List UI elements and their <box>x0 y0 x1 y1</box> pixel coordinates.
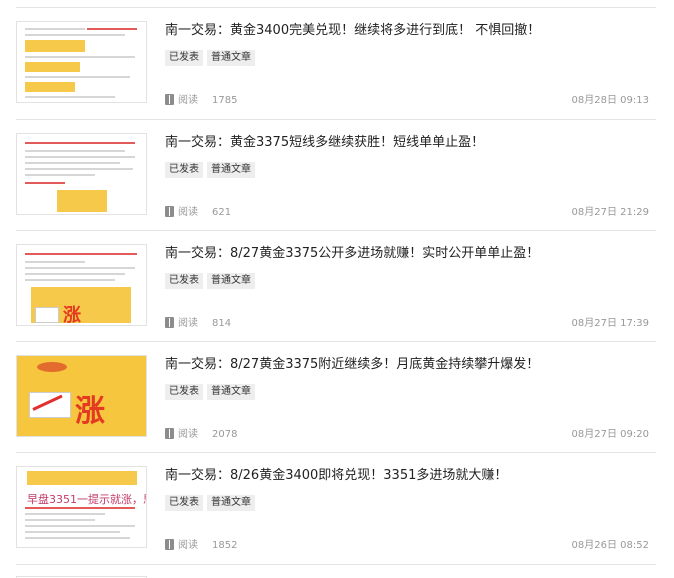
type-badge: 普通文章 <box>207 50 255 66</box>
read-book-icon <box>165 428 174 439</box>
read-count: 2078 <box>212 429 238 440</box>
article-item[interactable]: 南一交易：黄金3400完美兑现！继续将多进行到底！ 不惧回撤！ 已发表 普通文章 … <box>0 8 674 119</box>
article-title[interactable]: 南一交易：8/26黄金3400即将兑现！3351多进场就大赚！ <box>165 467 645 485</box>
read-label: 阅读 <box>178 318 198 329</box>
status-badge: 已发表 <box>165 50 203 66</box>
read-label: 阅读 <box>178 95 198 106</box>
publish-date: 08月26日 08:52 <box>571 540 649 551</box>
type-badge: 普通文章 <box>207 273 255 289</box>
status-badge: 已发表 <box>165 162 203 178</box>
read-book-icon <box>165 94 174 105</box>
thumb-rise-glyph: 涨 <box>63 305 81 326</box>
publish-date: 08月27日 09:20 <box>571 429 649 440</box>
status-badge: 已发表 <box>165 384 203 400</box>
article-item[interactable]: 南一交易：黄金3375短线多继续获胜！短线单单止盈！ 已发表 普通文章 阅读 621… <box>0 120 674 231</box>
article-thumbnail[interactable]: 涨 <box>16 244 147 326</box>
type-badge: 普通文章 <box>207 162 255 178</box>
status-badge: 已发表 <box>165 273 203 289</box>
article-thumbnail[interactable]: 早盘3351一提示就涨，思路顺势 <box>16 466 147 548</box>
publish-date: 08月27日 17:39 <box>571 318 649 329</box>
thumb-handwrite-text: 早盘3351一提示就涨，思路顺势 <box>27 493 146 506</box>
article-list: 南一交易：黄金3400完美兑现！继续将多进行到底！ 不惧回撤！ 已发表 普通文章 … <box>0 0 674 578</box>
read-book-icon <box>165 206 174 217</box>
article-title[interactable]: 南一交易：黄金3375短线多继续获胜！短线单单止盈！ <box>165 134 645 152</box>
publish-date: 08月27日 21:29 <box>571 207 649 218</box>
article-title[interactable]: 南一交易：8/27黄金3375附近继续多！月底黄金持续攀升爆发！ <box>165 356 645 374</box>
status-badge: 已发表 <box>165 495 203 511</box>
divider <box>16 564 656 565</box>
read-book-icon <box>165 317 174 328</box>
type-badge: 普通文章 <box>207 384 255 400</box>
read-label: 阅读 <box>178 207 198 218</box>
article-thumbnail[interactable] <box>16 21 147 103</box>
article-title[interactable]: 南一交易：8/27黄金3375公开多进场就赚！实时公开单单止盈！ <box>165 245 645 263</box>
article-title[interactable]: 南一交易：黄金3400完美兑现！继续将多进行到底！ 不惧回撤！ <box>165 22 645 40</box>
thumb-rise-glyph: 涨 <box>75 394 105 429</box>
read-count: 1785 <box>212 95 238 106</box>
read-count: 621 <box>212 207 232 218</box>
article-thumbnail[interactable] <box>16 133 147 215</box>
publish-date: 08月28日 09:13 <box>571 95 649 106</box>
article-item[interactable]: 早盘3351一提示就涨，思路顺势 南一交易：8/26黄金3400即将兑现！335… <box>0 453 674 564</box>
article-item[interactable]: 涨 南一交易：8/27黄金3375公开多进场就赚！实时公开单单止盈！ 已发表 普通… <box>0 231 674 342</box>
read-label: 阅读 <box>178 429 198 440</box>
read-label: 阅读 <box>178 540 198 551</box>
read-count: 814 <box>212 318 232 329</box>
article-thumbnail[interactable]: 涨 <box>16 355 147 437</box>
article-item[interactable]: 涨 南一交易：8/27黄金3375附近继续多！月底黄金持续攀升爆发！ 已发表 普通… <box>0 342 674 453</box>
read-count: 1852 <box>212 540 238 551</box>
read-book-icon <box>165 539 174 550</box>
type-badge: 普通文章 <box>207 495 255 511</box>
